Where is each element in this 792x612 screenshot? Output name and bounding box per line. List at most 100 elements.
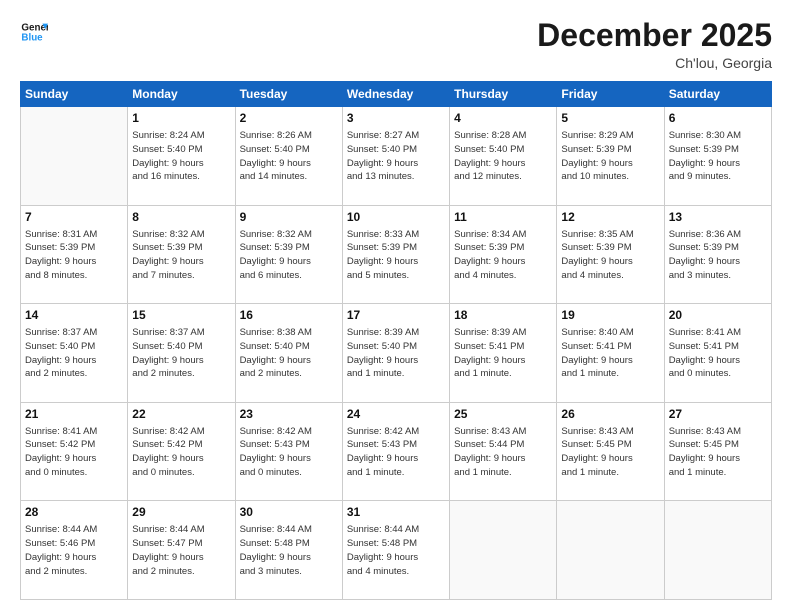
day-info: Sunrise: 8:39 AMSunset: 5:41 PMDaylight:…	[454, 326, 552, 381]
calendar-header-row: Sunday Monday Tuesday Wednesday Thursday…	[21, 82, 772, 107]
day-info: Sunrise: 8:40 AMSunset: 5:41 PMDaylight:…	[561, 326, 659, 381]
day-number: 4	[454, 110, 552, 127]
col-friday: Friday	[557, 82, 664, 107]
calendar-cell: 1 Sunrise: 8:24 AMSunset: 5:40 PMDaylight…	[128, 107, 235, 206]
calendar-cell: 7 Sunrise: 8:31 AMSunset: 5:39 PMDaylight…	[21, 205, 128, 304]
day-number: 15	[132, 307, 230, 324]
calendar-cell: 16Sunrise: 8:38 AMSunset: 5:40 PMDayligh…	[235, 304, 342, 403]
calendar-cell: 13Sunrise: 8:36 AMSunset: 5:39 PMDayligh…	[664, 205, 771, 304]
calendar-cell: 15 Sunrise: 8:37 AMSunset: 5:40 PMDayligh…	[128, 304, 235, 403]
day-info: Sunrise: 8:44 AMSunset: 5:46 PMDaylight:…	[25, 523, 123, 578]
day-number: 31	[347, 504, 445, 521]
day-info: Sunrise: 8:32 AMSunset: 5:39 PMDaylight:…	[240, 228, 338, 283]
day-number: 18	[454, 307, 552, 324]
day-info: Sunrise: 8:37 AMSunset: 5:40 PMDaylight:…	[25, 326, 123, 381]
calendar-cell: 8Sunrise: 8:32 AMSunset: 5:39 PMDaylight…	[128, 205, 235, 304]
day-number: 14	[25, 307, 123, 324]
calendar-cell: 19Sunrise: 8:40 AMSunset: 5:41 PMDayligh…	[557, 304, 664, 403]
calendar-cell: 28 Sunrise: 8:44 AMSunset: 5:46 PMDayligh…	[21, 501, 128, 600]
logo: General Blue	[20, 18, 48, 46]
calendar-cell: 2 Sunrise: 8:26 AMSunset: 5:40 PMDaylight…	[235, 107, 342, 206]
day-number: 6	[669, 110, 767, 127]
svg-text:Blue: Blue	[21, 32, 43, 43]
calendar-cell: 5 Sunrise: 8:29 AMSunset: 5:39 PMDaylight…	[557, 107, 664, 206]
day-info: Sunrise: 8:30 AMSunset: 5:39 PMDaylight:…	[669, 129, 767, 184]
title-area: December 2025 Ch'lou, Georgia	[537, 18, 772, 71]
day-info: Sunrise: 8:44 AMSunset: 5:48 PMDaylight:…	[240, 523, 338, 578]
col-tuesday: Tuesday	[235, 82, 342, 107]
calendar-cell: 20 Sunrise: 8:41 AMSunset: 5:41 PMDayligh…	[664, 304, 771, 403]
calendar-cell: 11 Sunrise: 8:34 AMSunset: 5:39 PMDayligh…	[450, 205, 557, 304]
day-number: 27	[669, 406, 767, 423]
day-info: Sunrise: 8:43 AMSunset: 5:45 PMDaylight:…	[561, 425, 659, 480]
month-title: December 2025	[537, 18, 772, 53]
day-info: Sunrise: 8:43 AMSunset: 5:45 PMDaylight:…	[669, 425, 767, 480]
calendar-cell: 26 Sunrise: 8:43 AMSunset: 5:45 PMDayligh…	[557, 402, 664, 501]
day-number: 5	[561, 110, 659, 127]
calendar-week-2: 7 Sunrise: 8:31 AMSunset: 5:39 PMDaylight…	[21, 205, 772, 304]
col-monday: Monday	[128, 82, 235, 107]
calendar-cell: 18 Sunrise: 8:39 AMSunset: 5:41 PMDayligh…	[450, 304, 557, 403]
calendar-cell	[557, 501, 664, 600]
col-thursday: Thursday	[450, 82, 557, 107]
calendar-week-5: 28 Sunrise: 8:44 AMSunset: 5:46 PMDayligh…	[21, 501, 772, 600]
page: General Blue December 2025 Ch'lou, Georg…	[0, 0, 792, 612]
calendar-cell: 17Sunrise: 8:39 AMSunset: 5:40 PMDayligh…	[342, 304, 449, 403]
day-number: 28	[25, 504, 123, 521]
day-number: 16	[240, 307, 338, 324]
day-number: 22	[132, 406, 230, 423]
day-info: Sunrise: 8:37 AMSunset: 5:40 PMDaylight:…	[132, 326, 230, 381]
day-info: Sunrise: 8:42 AMSunset: 5:43 PMDaylight:…	[347, 425, 445, 480]
calendar-cell: 22 Sunrise: 8:42 AMSunset: 5:42 PMDayligh…	[128, 402, 235, 501]
day-info: Sunrise: 8:39 AMSunset: 5:40 PMDaylight:…	[347, 326, 445, 381]
calendar-cell: 10 Sunrise: 8:33 AMSunset: 5:39 PMDayligh…	[342, 205, 449, 304]
calendar-cell: 9 Sunrise: 8:32 AMSunset: 5:39 PMDaylight…	[235, 205, 342, 304]
calendar-cell: 6 Sunrise: 8:30 AMSunset: 5:39 PMDaylight…	[664, 107, 771, 206]
calendar-week-1: 1 Sunrise: 8:24 AMSunset: 5:40 PMDaylight…	[21, 107, 772, 206]
day-number: 2	[240, 110, 338, 127]
day-info: Sunrise: 8:41 AMSunset: 5:41 PMDaylight:…	[669, 326, 767, 381]
day-number: 25	[454, 406, 552, 423]
day-number: 11	[454, 209, 552, 226]
calendar-cell: 4Sunrise: 8:28 AMSunset: 5:40 PMDaylight…	[450, 107, 557, 206]
logo-icon: General Blue	[20, 18, 48, 46]
day-number: 20	[669, 307, 767, 324]
day-number: 8	[132, 209, 230, 226]
day-info: Sunrise: 8:31 AMSunset: 5:39 PMDaylight:…	[25, 228, 123, 283]
day-number: 26	[561, 406, 659, 423]
calendar-cell: 29Sunrise: 8:44 AMSunset: 5:47 PMDayligh…	[128, 501, 235, 600]
day-number: 12	[561, 209, 659, 226]
location: Ch'lou, Georgia	[537, 55, 772, 71]
calendar-week-3: 14 Sunrise: 8:37 AMSunset: 5:40 PMDayligh…	[21, 304, 772, 403]
calendar-cell: 23Sunrise: 8:42 AMSunset: 5:43 PMDayligh…	[235, 402, 342, 501]
day-number: 29	[132, 504, 230, 521]
day-number: 7	[25, 209, 123, 226]
day-number: 10	[347, 209, 445, 226]
day-info: Sunrise: 8:33 AMSunset: 5:39 PMDaylight:…	[347, 228, 445, 283]
day-number: 3	[347, 110, 445, 127]
day-number: 9	[240, 209, 338, 226]
day-number: 21	[25, 406, 123, 423]
day-number: 30	[240, 504, 338, 521]
day-info: Sunrise: 8:26 AMSunset: 5:40 PMDaylight:…	[240, 129, 338, 184]
day-info: Sunrise: 8:42 AMSunset: 5:43 PMDaylight:…	[240, 425, 338, 480]
calendar-cell: 27 Sunrise: 8:43 AMSunset: 5:45 PMDayligh…	[664, 402, 771, 501]
day-number: 24	[347, 406, 445, 423]
day-info: Sunrise: 8:34 AMSunset: 5:39 PMDaylight:…	[454, 228, 552, 283]
day-info: Sunrise: 8:35 AMSunset: 5:39 PMDaylight:…	[561, 228, 659, 283]
day-info: Sunrise: 8:36 AMSunset: 5:39 PMDaylight:…	[669, 228, 767, 283]
calendar-cell	[450, 501, 557, 600]
day-info: Sunrise: 8:27 AMSunset: 5:40 PMDaylight:…	[347, 129, 445, 184]
calendar-week-4: 21 Sunrise: 8:41 AMSunset: 5:42 PMDayligh…	[21, 402, 772, 501]
calendar-cell: 3 Sunrise: 8:27 AMSunset: 5:40 PMDaylight…	[342, 107, 449, 206]
calendar-cell: 12 Sunrise: 8:35 AMSunset: 5:39 PMDayligh…	[557, 205, 664, 304]
day-number: 1	[132, 110, 230, 127]
day-info: Sunrise: 8:41 AMSunset: 5:42 PMDaylight:…	[25, 425, 123, 480]
calendar-cell: 14 Sunrise: 8:37 AMSunset: 5:40 PMDayligh…	[21, 304, 128, 403]
day-info: Sunrise: 8:42 AMSunset: 5:42 PMDaylight:…	[132, 425, 230, 480]
day-info: Sunrise: 8:24 AMSunset: 5:40 PMDaylight:…	[132, 129, 230, 184]
day-info: Sunrise: 8:29 AMSunset: 5:39 PMDaylight:…	[561, 129, 659, 184]
calendar-cell: 25Sunrise: 8:43 AMSunset: 5:44 PMDayligh…	[450, 402, 557, 501]
col-wednesday: Wednesday	[342, 82, 449, 107]
col-sunday: Sunday	[21, 82, 128, 107]
